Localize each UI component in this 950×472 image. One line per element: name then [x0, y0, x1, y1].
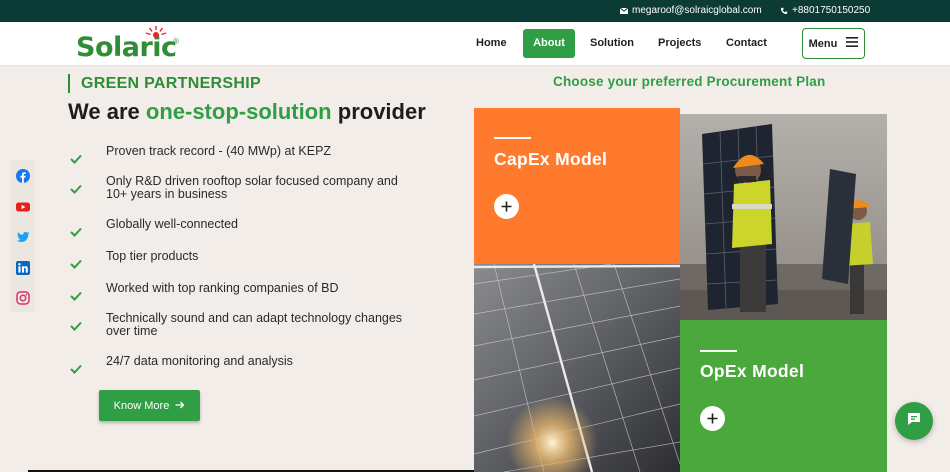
headline-prefix: We are [68, 99, 140, 124]
capex-card[interactable]: CapEx Model [474, 108, 680, 264]
sun-icon [145, 26, 167, 45]
nav-home[interactable]: Home [476, 29, 507, 58]
feature-item: Worked with top ranking companies of BD [70, 282, 430, 306]
card-divider [700, 350, 737, 352]
arrow-right-icon [175, 400, 185, 412]
opex-title: OpEx Model [700, 361, 805, 381]
linkedin-icon[interactable] [16, 261, 30, 275]
feature-text: Technically sound and can adapt technolo… [106, 311, 403, 338]
site-header: Solaric ® Home About Solution Projects C… [0, 22, 950, 66]
feature-item: Only R&D driven rooftop solar focused co… [70, 175, 430, 201]
phone-icon [780, 7, 788, 15]
plus-icon[interactable] [494, 194, 519, 219]
top-contact-bar: megaroof@solraicglobal.com +880175015025… [0, 0, 950, 22]
menu-button[interactable]: Menu [802, 28, 865, 59]
plus-icon[interactable] [700, 406, 725, 431]
capex-title: CapEx Model [494, 149, 608, 169]
nav-solution[interactable]: Solution [590, 29, 634, 58]
nav-about[interactable]: About [523, 29, 575, 58]
nav-projects[interactable]: Projects [658, 29, 701, 58]
chat-icon [906, 411, 922, 432]
headline-suffix: provider [337, 99, 426, 124]
contact-phone[interactable]: +8801750150250 [780, 5, 870, 16]
know-more-label: Know More [113, 399, 170, 412]
feature-item: 24/7 data monitoring and analysis [70, 355, 430, 379]
twitter-icon[interactable] [16, 230, 30, 244]
headline-highlight: one-stop-solution [145, 99, 332, 124]
hamburger-icon [846, 37, 859, 50]
page-headline: We are one-stop-solution provider [68, 99, 426, 125]
phone-text: +8801750150250 [792, 5, 871, 16]
chat-bubble-button[interactable] [895, 402, 933, 440]
email-text: megaroof@solraicglobal.com [632, 5, 762, 16]
contact-email[interactable]: megaroof@solraicglobal.com [620, 5, 762, 16]
social-sidebar [11, 160, 35, 312]
know-more-button[interactable]: Know More [99, 390, 200, 421]
feature-text: Top tier products [106, 249, 199, 263]
feature-text: Only R&D driven rooftop solar focused co… [106, 174, 398, 201]
check-icon [70, 181, 82, 201]
check-icon [70, 288, 82, 306]
check-icon [70, 256, 82, 274]
check-icon [70, 151, 82, 169]
facebook-icon[interactable] [16, 169, 30, 183]
card-divider [494, 137, 531, 139]
instagram-icon[interactable] [16, 291, 30, 305]
feature-text: Worked with top ranking companies of BD [106, 281, 339, 295]
registered-mark: ® [173, 37, 179, 46]
mail-icon [620, 7, 628, 14]
feature-text: Globally well-connected [106, 217, 239, 231]
check-icon [70, 318, 82, 338]
solaric-logo[interactable]: Solaric ® [76, 26, 186, 63]
section-eyebrow: GREEN PARTNERSHIP [68, 74, 261, 93]
check-icon [70, 361, 82, 379]
procurement-heading: Choose your preferred Procurement Plan [553, 74, 826, 89]
opex-card[interactable]: OpEx Model [680, 320, 887, 472]
solar-array-photo [473, 253, 681, 472]
feature-text: 24/7 data monitoring and analysis [106, 354, 293, 368]
workers-photo [680, 114, 887, 320]
youtube-icon[interactable] [16, 200, 30, 214]
feature-item: Top tier products [70, 250, 430, 274]
menu-label: Menu [808, 37, 838, 50]
feature-item: Globally well-connected [70, 218, 430, 242]
check-icon [70, 224, 82, 242]
feature-text: Proven track record - (40 MWp) at KEPZ [106, 144, 332, 158]
nav-contact[interactable]: Contact [726, 29, 767, 58]
feature-item: Technically sound and can adapt technolo… [70, 312, 430, 338]
feature-item: Proven track record - (40 MWp) at KEPZ [70, 145, 430, 169]
